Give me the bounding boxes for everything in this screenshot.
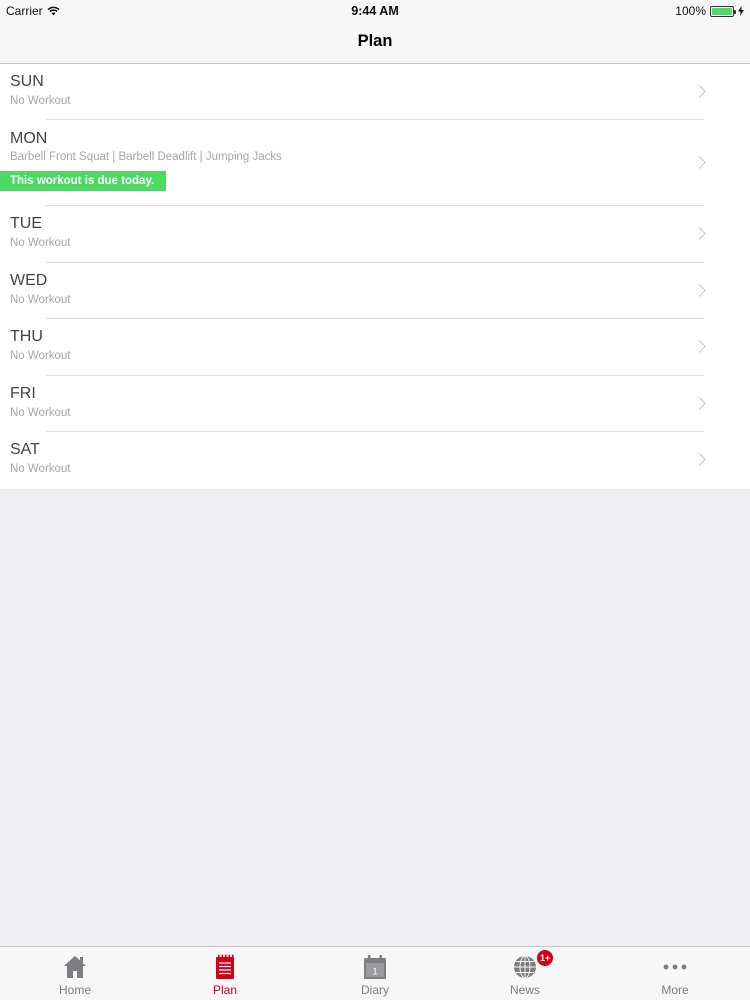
chevron-right-icon (693, 340, 706, 353)
tab-more[interactable]: More (600, 947, 750, 1000)
chevron-right-icon (693, 397, 706, 410)
home-icon (64, 956, 86, 978)
day-row-thu[interactable]: THU No Workout (0, 319, 750, 376)
status-bar: Carrier 9:44 AM 100% (0, 0, 750, 22)
tab-label: More (661, 983, 689, 997)
day-row-sun[interactable]: SUN No Workout (0, 64, 750, 120)
day-row-mon[interactable]: MON Barbell Front Squat | Barbell Deadli… (0, 120, 750, 206)
day-row-wed[interactable]: WED No Workout (0, 263, 750, 319)
tab-bar: Home Plan 1 Diary 1+ News More (0, 946, 750, 1000)
tab-label: News (509, 983, 540, 997)
more-dots-icon (663, 964, 687, 970)
navigation-bar: Plan (0, 22, 750, 64)
day-row-fri[interactable]: FRI No Workout (0, 376, 750, 432)
chevron-right-icon (693, 227, 706, 240)
charging-bolt-icon (738, 6, 744, 16)
chevron-right-icon (693, 156, 706, 169)
day-workout-summary: No Workout (10, 237, 71, 249)
calendar-day-number: 1 (372, 967, 377, 977)
day-workout-summary: No Workout (10, 95, 71, 107)
day-label: SAT (10, 441, 40, 458)
tab-diary[interactable]: 1 Diary (300, 947, 450, 1000)
battery-percent: 100% (675, 4, 706, 18)
day-workout-summary: No Workout (10, 463, 71, 475)
due-today-badge: This workout is due today. (0, 171, 166, 191)
plan-notepad-icon (216, 954, 234, 979)
tab-label: Diary (360, 983, 389, 997)
chevron-right-icon (693, 85, 706, 98)
day-label: THU (10, 328, 43, 345)
day-label: FRI (10, 385, 36, 402)
battery-fill (712, 7, 732, 15)
tab-label: Plan (212, 983, 238, 997)
day-workout-summary: No Workout (10, 350, 71, 362)
day-label: SUN (10, 73, 44, 90)
day-workout-summary: No Workout (10, 294, 71, 306)
page-title: Plan (357, 32, 393, 50)
day-row-tue[interactable]: TUE No Workout (0, 206, 750, 263)
calendar-icon: 1 (364, 955, 386, 979)
chevron-right-icon (693, 453, 706, 466)
globe-icon (514, 955, 536, 979)
tab-news[interactable]: 1+ News (450, 947, 600, 1000)
tab-label: Home (58, 983, 91, 997)
day-label: WED (10, 272, 48, 289)
tab-plan[interactable]: Plan (150, 947, 300, 1000)
day-workout-summary: Barbell Front Squat | Barbell Deadlift |… (10, 151, 282, 163)
status-time: 9:44 AM (351, 4, 399, 18)
day-row-sat[interactable]: SAT No Workout (0, 432, 750, 489)
day-label: MON (10, 130, 48, 147)
chevron-right-icon (693, 284, 706, 297)
news-count-badge: 1+ (537, 950, 554, 966)
day-workout-summary: No Workout (10, 407, 71, 419)
battery-icon (710, 5, 736, 17)
day-label: TUE (10, 215, 42, 232)
tab-home[interactable]: Home (0, 947, 150, 1000)
weekly-plan-list: SUN No Workout MON Barbell Front Squat |… (0, 64, 750, 489)
battery-indicator: 100% (675, 4, 744, 18)
